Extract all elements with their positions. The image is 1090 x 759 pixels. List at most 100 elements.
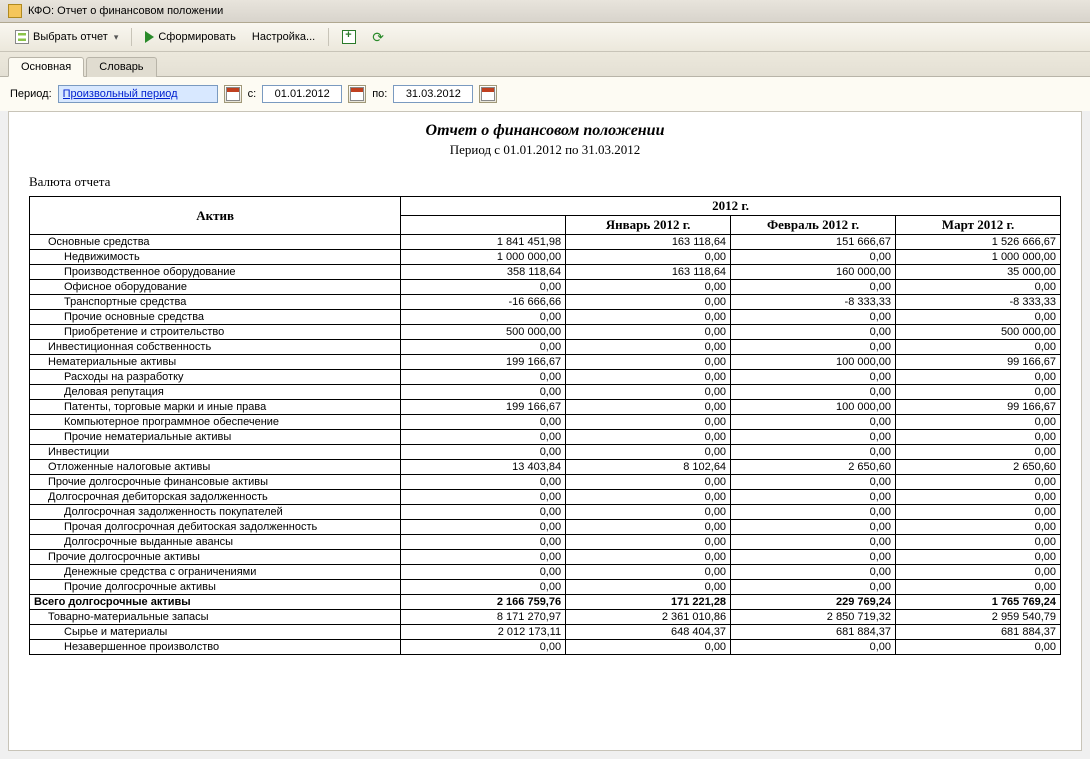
table-row[interactable]: Патенты, торговые марки и иные права199 … bbox=[30, 400, 1061, 415]
table-row[interactable]: Нематериальные активы199 166,670,00100 0… bbox=[30, 355, 1061, 370]
table-row[interactable]: Инвестиционная собственность0,000,000,00… bbox=[30, 340, 1061, 355]
calendar-icon bbox=[350, 87, 364, 101]
generate-button[interactable]: Сформировать bbox=[138, 28, 243, 46]
row-value: 163 118,64 bbox=[566, 235, 731, 250]
tab-main[interactable]: Основная bbox=[8, 57, 84, 77]
window-title: КФО: Отчет о финансовом положении bbox=[28, 5, 223, 17]
row-value: 0,00 bbox=[401, 565, 566, 580]
row-label: Денежные средства с ограничениями bbox=[30, 565, 401, 580]
table-row[interactable]: Офисное оборудование0,000,000,000,00 bbox=[30, 280, 1061, 295]
refresh-button[interactable] bbox=[365, 27, 393, 47]
row-value: 0,00 bbox=[401, 385, 566, 400]
row-value: 0,00 bbox=[566, 490, 731, 505]
table-row[interactable]: Компьютерное программное обеспечение0,00… bbox=[30, 415, 1061, 430]
period-type-picker[interactable] bbox=[224, 85, 242, 103]
row-label: Товарно-материальные запасы bbox=[30, 610, 401, 625]
table-row[interactable]: Денежные средства с ограничениями0,000,0… bbox=[30, 565, 1061, 580]
row-value: 0,00 bbox=[566, 370, 731, 385]
row-label: Прочие долгосрочные активы bbox=[30, 550, 401, 565]
row-value: 151 666,67 bbox=[731, 235, 896, 250]
table-row[interactable]: Прочие нематериальные активы0,000,000,00… bbox=[30, 430, 1061, 445]
generate-label: Сформировать bbox=[158, 31, 236, 43]
row-value: 0,00 bbox=[896, 640, 1061, 655]
table-row[interactable]: Товарно-материальные запасы8 171 270,972… bbox=[30, 610, 1061, 625]
row-label: Деловая репутация bbox=[30, 385, 401, 400]
table-row[interactable]: Отложенные налоговые активы13 403,848 10… bbox=[30, 460, 1061, 475]
row-value: 0,00 bbox=[731, 445, 896, 460]
table-row[interactable]: Деловая репутация0,000,000,000,00 bbox=[30, 385, 1061, 400]
table-row[interactable]: Долгосрочная дебиторская задолженность0,… bbox=[30, 490, 1061, 505]
date-from-input[interactable] bbox=[262, 85, 342, 103]
row-value: 0,00 bbox=[896, 430, 1061, 445]
row-value: 0,00 bbox=[401, 370, 566, 385]
row-value: 0,00 bbox=[731, 535, 896, 550]
row-value: 681 884,37 bbox=[731, 625, 896, 640]
settings-button[interactable]: Настройка... bbox=[245, 28, 322, 46]
row-value: 0,00 bbox=[731, 520, 896, 535]
row-value: 160 000,00 bbox=[731, 265, 896, 280]
table-row[interactable]: Прочие долгосрочные активы0,000,000,000,… bbox=[30, 550, 1061, 565]
row-value: 2 166 759,76 bbox=[401, 595, 566, 610]
row-value: 35 000,00 bbox=[896, 265, 1061, 280]
period-type-select[interactable] bbox=[58, 85, 218, 103]
row-label: Отложенные налоговые активы bbox=[30, 460, 401, 475]
row-value: 2 012 173,11 bbox=[401, 625, 566, 640]
row-label: Расходы на разработку bbox=[30, 370, 401, 385]
row-value: 0,00 bbox=[896, 490, 1061, 505]
date-to-input[interactable] bbox=[393, 85, 473, 103]
row-label: Прочая долгосрочная дебитоская задолженн… bbox=[30, 520, 401, 535]
table-row[interactable]: Основные средства1 841 451,98163 118,641… bbox=[30, 235, 1061, 250]
row-label: Недвижимость bbox=[30, 250, 401, 265]
table-row[interactable]: Расходы на разработку0,000,000,000,00 bbox=[30, 370, 1061, 385]
tab-dictionary[interactable]: Словарь bbox=[86, 57, 156, 77]
row-value: 1 841 451,98 bbox=[401, 235, 566, 250]
table-row[interactable]: Долгосрочные выданные авансы0,000,000,00… bbox=[30, 535, 1061, 550]
table-row[interactable]: Инвестиции0,000,000,000,00 bbox=[30, 445, 1061, 460]
separator bbox=[328, 28, 329, 46]
select-report-button[interactable]: Выбрать отчет bbox=[8, 27, 125, 47]
row-value: -16 666,66 bbox=[401, 295, 566, 310]
row-value: 500 000,00 bbox=[401, 325, 566, 340]
row-label: Инвестиции bbox=[30, 445, 401, 460]
row-value: 0,00 bbox=[731, 310, 896, 325]
add-button[interactable] bbox=[335, 27, 363, 47]
toolbar: Выбрать отчет Сформировать Настройка... bbox=[0, 23, 1090, 52]
date-to-picker[interactable] bbox=[479, 85, 497, 103]
row-value: 2 650,60 bbox=[896, 460, 1061, 475]
row-value: 0,00 bbox=[896, 415, 1061, 430]
row-value: 0,00 bbox=[401, 520, 566, 535]
separator bbox=[131, 28, 132, 46]
row-label: Долгосрочные выданные авансы bbox=[30, 535, 401, 550]
row-label: Патенты, торговые марки и иные права bbox=[30, 400, 401, 415]
refresh-icon bbox=[372, 30, 386, 44]
row-value: 0,00 bbox=[896, 550, 1061, 565]
row-value: 199 166,67 bbox=[401, 400, 566, 415]
table-row[interactable]: Прочая долгосрочная дебитоская задолженн… bbox=[30, 520, 1061, 535]
table-row[interactable]: Незавершенное произволство0,000,000,000,… bbox=[30, 640, 1061, 655]
report-title: Отчет о финансовом положении bbox=[9, 112, 1081, 142]
date-from-picker[interactable] bbox=[348, 85, 366, 103]
table-row[interactable]: Сырье и материалы2 012 173,11648 404,376… bbox=[30, 625, 1061, 640]
table-row[interactable]: Прочие долгосрочные активы0,000,000,000,… bbox=[30, 580, 1061, 595]
table-row[interactable]: Транспортные средства-16 666,660,00-8 33… bbox=[30, 295, 1061, 310]
plus-icon bbox=[342, 30, 356, 44]
row-value: 0,00 bbox=[731, 430, 896, 445]
table-row[interactable]: Недвижимость1 000 000,000,000,001 000 00… bbox=[30, 250, 1061, 265]
table-row[interactable]: Долгосрочная задолженность покупателей0,… bbox=[30, 505, 1061, 520]
row-value: 0,00 bbox=[566, 400, 731, 415]
table-row[interactable]: Прочие долгосрочные финансовые активы0,0… bbox=[30, 475, 1061, 490]
table-row[interactable]: Производственное оборудование358 118,641… bbox=[30, 265, 1061, 280]
table-row[interactable]: Всего долгосрочные активы2 166 759,76171… bbox=[30, 595, 1061, 610]
row-value: 8 102,64 bbox=[566, 460, 731, 475]
row-value: 0,00 bbox=[566, 325, 731, 340]
table-row[interactable]: Приобретение и строительство500 000,000,… bbox=[30, 325, 1061, 340]
table-row[interactable]: Прочие основные средства0,000,000,000,00 bbox=[30, 310, 1061, 325]
row-value: 0,00 bbox=[401, 475, 566, 490]
row-value: 1 526 666,67 bbox=[896, 235, 1061, 250]
row-value: 8 171 270,97 bbox=[401, 610, 566, 625]
calendar-icon bbox=[481, 87, 495, 101]
row-value: 0,00 bbox=[731, 340, 896, 355]
row-value: 1 765 769,24 bbox=[896, 595, 1061, 610]
row-value: 13 403,84 bbox=[401, 460, 566, 475]
report-area[interactable]: Отчет о финансовом положении Период с 01… bbox=[8, 111, 1082, 751]
